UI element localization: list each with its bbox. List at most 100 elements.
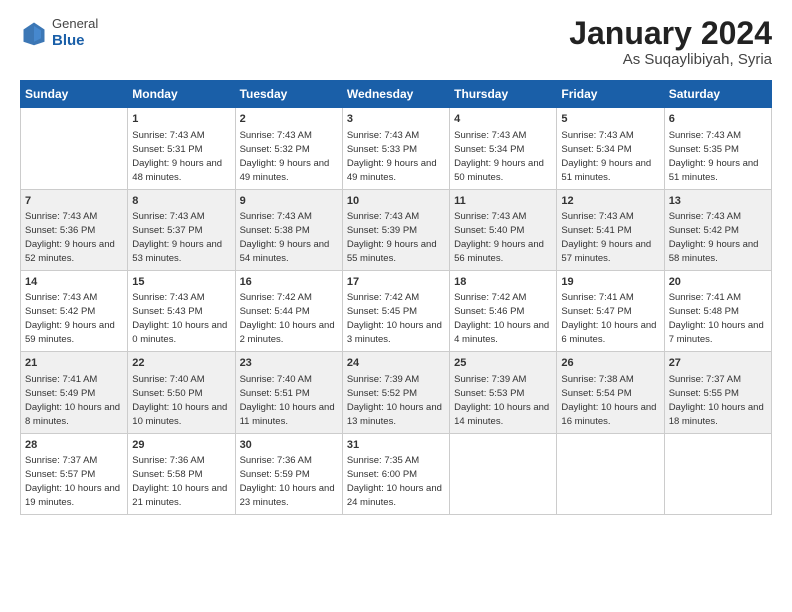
calendar-cell: 7 Sunrise: 7:43 AMSunset: 5:36 PMDaylight… (21, 189, 128, 270)
day-number: 8 (132, 194, 230, 209)
logo-text: General Blue (52, 16, 98, 50)
calendar-cell: 28Sunrise: 7:37 AMSunset: 5:57 PMDayligh… (21, 433, 128, 514)
calendar-cell: 24 Sunrise: 7:39 AMSunset: 5:52 PMDayligh… (342, 352, 449, 433)
calendar-cell (557, 433, 664, 514)
calendar-cell: 25 Sunrise: 7:39 AMSunset: 5:53 PMDayligh… (450, 352, 557, 433)
calendar-cell (450, 433, 557, 514)
calendar-cell: 22 Sunrise: 7:40 AMSunset: 5:50 PMDayligh… (128, 352, 235, 433)
logo-icon (20, 19, 48, 47)
day-info: Sunrise: 7:38 AMSunset: 5:54 PMDaylight:… (561, 374, 656, 427)
day-number: 23 (240, 356, 338, 371)
calendar-cell: 13 Sunrise: 7:43 AMSunset: 5:42 PMDayligh… (664, 189, 771, 270)
day-number: 20 (669, 275, 767, 290)
calendar-cell: 6 Sunrise: 7:43 AMSunset: 5:35 PMDaylight… (664, 108, 771, 189)
week-row-3: 14Sunrise: 7:43 AMSunset: 5:42 PMDayligh… (21, 270, 772, 351)
col-thursday: Thursday (450, 81, 557, 108)
day-number: 7 (25, 194, 123, 209)
calendar-cell: 9Sunrise: 7:43 AMSunset: 5:38 PMDaylight… (235, 189, 342, 270)
day-info: Sunrise: 7:43 AMSunset: 5:41 PMDaylight:… (561, 211, 651, 264)
day-number: 24 (347, 356, 445, 371)
calendar-cell: 1Sunrise: 7:43 AMSunset: 5:31 PMDaylight… (128, 108, 235, 189)
day-info: Sunrise: 7:43 AMSunset: 5:36 PMDaylight:… (25, 211, 115, 264)
day-number: 2 (240, 112, 338, 127)
calendar-cell: 3 Sunrise: 7:43 AMSunset: 5:33 PMDaylight… (342, 108, 449, 189)
calendar-cell: 21Sunrise: 7:41 AMSunset: 5:49 PMDayligh… (21, 352, 128, 433)
day-info: Sunrise: 7:42 AMSunset: 5:44 PMDaylight:… (240, 292, 335, 345)
day-info: Sunrise: 7:41 AMSunset: 5:47 PMDaylight:… (561, 292, 656, 345)
day-number: 13 (669, 194, 767, 209)
day-info: Sunrise: 7:41 AMSunset: 5:48 PMDaylight:… (669, 292, 764, 345)
day-info: Sunrise: 7:43 AMSunset: 5:31 PMDaylight:… (132, 130, 222, 183)
calendar-cell: 27 Sunrise: 7:37 AMSunset: 5:55 PMDayligh… (664, 352, 771, 433)
day-number: 22 (132, 356, 230, 371)
day-info: Sunrise: 7:40 AMSunset: 5:50 PMDaylight:… (132, 374, 227, 427)
day-number: 30 (240, 438, 338, 453)
calendar-cell: 14Sunrise: 7:43 AMSunset: 5:42 PMDayligh… (21, 270, 128, 351)
logo-general: General (52, 16, 98, 32)
day-info: Sunrise: 7:35 AMSunset: 6:00 PMDaylight:… (347, 455, 442, 508)
day-info: Sunrise: 7:43 AMSunset: 5:40 PMDaylight:… (454, 211, 544, 264)
day-info: Sunrise: 7:42 AMSunset: 5:45 PMDaylight:… (347, 292, 442, 345)
col-wednesday: Wednesday (342, 81, 449, 108)
calendar-cell: 11Sunrise: 7:43 AMSunset: 5:40 PMDayligh… (450, 189, 557, 270)
day-info: Sunrise: 7:43 AMSunset: 5:35 PMDaylight:… (669, 130, 759, 183)
calendar-cell: 12 Sunrise: 7:43 AMSunset: 5:41 PMDayligh… (557, 189, 664, 270)
col-tuesday: Tuesday (235, 81, 342, 108)
header: General Blue January 2024 As Suqaylibiya… (20, 16, 772, 68)
calendar-cell: 31Sunrise: 7:35 AMSunset: 6:00 PMDayligh… (342, 433, 449, 514)
day-number: 6 (669, 112, 767, 127)
day-info: Sunrise: 7:36 AMSunset: 5:59 PMDaylight:… (240, 455, 335, 508)
calendar-cell (664, 433, 771, 514)
page-subtitle: As Suqaylibiyah, Syria (569, 51, 772, 68)
week-row-5: 28Sunrise: 7:37 AMSunset: 5:57 PMDayligh… (21, 433, 772, 514)
day-number: 29 (132, 438, 230, 453)
calendar-cell: 17Sunrise: 7:42 AMSunset: 5:45 PMDayligh… (342, 270, 449, 351)
day-info: Sunrise: 7:37 AMSunset: 5:57 PMDaylight:… (25, 455, 120, 508)
day-info: Sunrise: 7:40 AMSunset: 5:51 PMDaylight:… (240, 374, 335, 427)
day-number: 27 (669, 356, 767, 371)
calendar-cell: 18Sunrise: 7:42 AMSunset: 5:46 PMDayligh… (450, 270, 557, 351)
logo: General Blue (20, 16, 98, 50)
day-number: 3 (347, 112, 445, 127)
calendar-cell: 30 Sunrise: 7:36 AMSunset: 5:59 PMDayligh… (235, 433, 342, 514)
calendar-cell: 16Sunrise: 7:42 AMSunset: 5:44 PMDayligh… (235, 270, 342, 351)
day-info: Sunrise: 7:39 AMSunset: 5:53 PMDaylight:… (454, 374, 549, 427)
day-info: Sunrise: 7:43 AMSunset: 5:43 PMDaylight:… (132, 292, 227, 345)
day-info: Sunrise: 7:43 AMSunset: 5:34 PMDaylight:… (561, 130, 651, 183)
day-number: 12 (561, 194, 659, 209)
day-info: Sunrise: 7:43 AMSunset: 5:32 PMDaylight:… (240, 130, 330, 183)
calendar-cell: 2 Sunrise: 7:43 AMSunset: 5:32 PMDaylight… (235, 108, 342, 189)
column-headers: Sunday Monday Tuesday Wednesday Thursday… (21, 81, 772, 108)
week-row-4: 21Sunrise: 7:41 AMSunset: 5:49 PMDayligh… (21, 352, 772, 433)
day-info: Sunrise: 7:43 AMSunset: 5:37 PMDaylight:… (132, 211, 222, 264)
col-saturday: Saturday (664, 81, 771, 108)
calendar-cell: 29 Sunrise: 7:36 AMSunset: 5:58 PMDayligh… (128, 433, 235, 514)
day-number: 10 (347, 194, 445, 209)
week-row-2: 7 Sunrise: 7:43 AMSunset: 5:36 PMDaylight… (21, 189, 772, 270)
day-info: Sunrise: 7:36 AMSunset: 5:58 PMDaylight:… (132, 455, 227, 508)
day-number: 19 (561, 275, 659, 290)
day-number: 15 (132, 275, 230, 290)
calendar-cell: 10 Sunrise: 7:43 AMSunset: 5:39 PMDayligh… (342, 189, 449, 270)
day-number: 18 (454, 275, 552, 290)
day-info: Sunrise: 7:39 AMSunset: 5:52 PMDaylight:… (347, 374, 442, 427)
day-info: Sunrise: 7:43 AMSunset: 5:33 PMDaylight:… (347, 130, 437, 183)
day-number: 4 (454, 112, 552, 127)
calendar-cell (21, 108, 128, 189)
col-sunday: Sunday (21, 81, 128, 108)
day-info: Sunrise: 7:43 AMSunset: 5:34 PMDaylight:… (454, 130, 544, 183)
week-row-1: 1Sunrise: 7:43 AMSunset: 5:31 PMDaylight… (21, 108, 772, 189)
day-number: 14 (25, 275, 123, 290)
title-block: January 2024 As Suqaylibiyah, Syria (569, 16, 772, 68)
calendar-cell: 8 Sunrise: 7:43 AMSunset: 5:37 PMDaylight… (128, 189, 235, 270)
day-info: Sunrise: 7:43 AMSunset: 5:42 PMDaylight:… (669, 211, 759, 264)
day-info: Sunrise: 7:43 AMSunset: 5:38 PMDaylight:… (240, 211, 330, 264)
day-number: 21 (25, 356, 123, 371)
logo-blue: Blue (52, 32, 98, 50)
day-info: Sunrise: 7:37 AMSunset: 5:55 PMDaylight:… (669, 374, 764, 427)
day-number: 25 (454, 356, 552, 371)
calendar-cell: 19 Sunrise: 7:41 AMSunset: 5:47 PMDayligh… (557, 270, 664, 351)
main-container: General Blue January 2024 As Suqaylibiya… (0, 0, 792, 525)
page-title: January 2024 (569, 16, 772, 51)
day-info: Sunrise: 7:43 AMSunset: 5:39 PMDaylight:… (347, 211, 437, 264)
